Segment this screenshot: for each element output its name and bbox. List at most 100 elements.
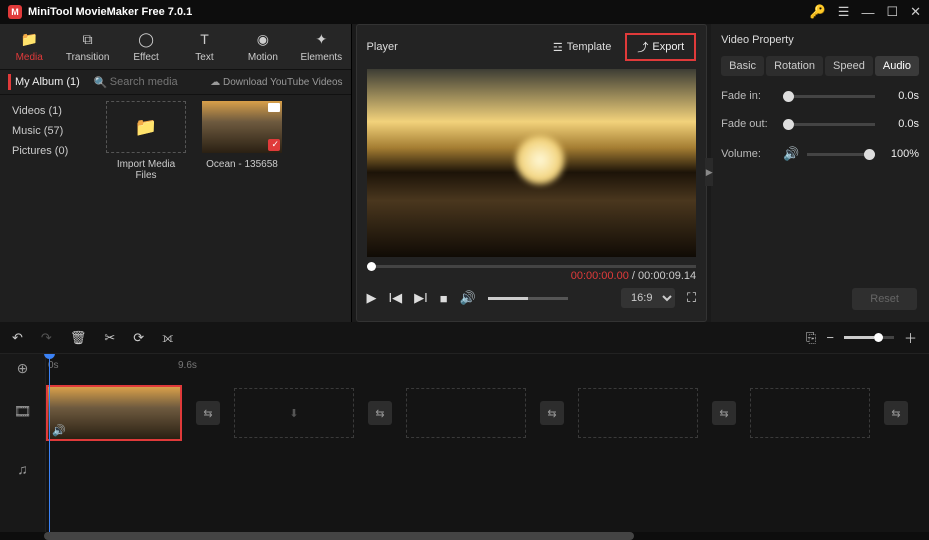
transition-slot[interactable]: ⇆: [712, 401, 736, 425]
minimize-button[interactable]: —: [861, 5, 874, 20]
album-tab[interactable]: My Album (1): [8, 74, 84, 90]
import-media-button[interactable]: 📁 Import Media Files: [106, 101, 186, 181]
search-input[interactable]: [92, 74, 202, 90]
category-music[interactable]: Music (57): [6, 121, 94, 141]
video-track-icon: 🎞: [0, 382, 45, 440]
category-pictures[interactable]: Pictures (0): [6, 141, 94, 161]
track-headers: ⊕ 🎞 ♫: [0, 354, 46, 532]
tab-elements[interactable]: ✦ Elements: [292, 24, 350, 69]
audio-track-icon: ♫: [0, 440, 45, 498]
player-title: Player: [367, 41, 547, 53]
close-button[interactable]: ✕: [910, 4, 921, 20]
play-button[interactable]: ▶: [367, 290, 377, 306]
transition-icon: ⧉: [83, 30, 93, 48]
category-videos[interactable]: Videos (1): [6, 101, 94, 121]
stop-button[interactable]: ■: [440, 291, 448, 306]
volume-value: 100%: [883, 148, 919, 160]
transition-slot[interactable]: ⇆: [540, 401, 564, 425]
transition-slot[interactable]: ⇆: [884, 401, 908, 425]
menu-icon[interactable]: ☰: [838, 4, 850, 20]
volume-label: Volume:: [721, 148, 775, 160]
audio-track[interactable]: [46, 444, 929, 506]
template-button[interactable]: ☲ Template: [547, 38, 618, 57]
clip-audio-icon: 🔊: [52, 424, 66, 437]
check-icon: ✓: [271, 139, 279, 150]
video-icon: [268, 103, 280, 112]
fade-in-label: Fade in:: [721, 90, 775, 102]
app-title: MiniTool MovieMaker Free 7.0.1: [28, 6, 810, 18]
fade-in-slider[interactable]: [783, 95, 875, 98]
redo-button[interactable]: ↷: [41, 330, 52, 346]
empty-clip-slot[interactable]: [578, 388, 698, 438]
elements-icon: ✦: [315, 30, 327, 48]
timeline-scrollbar[interactable]: [0, 532, 929, 540]
transition-slot[interactable]: ⇆: [196, 401, 220, 425]
prev-frame-button[interactable]: I◀: [389, 290, 403, 306]
fade-out-label: Fade out:: [721, 118, 775, 130]
prop-tab-audio[interactable]: Audio: [875, 56, 919, 76]
media-panel: 📁 Media ⧉ Transition ◯ Effect T Text ◉ M…: [0, 24, 352, 322]
prop-tab-basic[interactable]: Basic: [721, 56, 764, 76]
export-button[interactable]: ⤴ Export: [625, 33, 696, 61]
tab-media[interactable]: 📁 Media: [0, 24, 58, 69]
download-youtube-link[interactable]: ☁ Download YouTube Videos: [210, 77, 342, 88]
volume-icon[interactable]: 🔊: [783, 146, 799, 162]
empty-clip-slot[interactable]: ⬇: [234, 388, 354, 438]
split-button[interactable]: ✂: [104, 330, 115, 346]
reset-button[interactable]: Reset: [852, 288, 917, 310]
zoom-in-button[interactable]: ＋: [904, 328, 917, 347]
undo-button[interactable]: ↶: [12, 330, 23, 346]
effect-icon: ◯: [138, 30, 154, 48]
volume-slider[interactable]: [807, 153, 875, 156]
playhead[interactable]: [49, 354, 50, 532]
folder-icon: 📁: [135, 117, 157, 138]
next-frame-button[interactable]: ▶I: [414, 290, 428, 306]
player-volume-slider[interactable]: [488, 297, 568, 300]
app-logo: M: [8, 5, 22, 19]
fade-out-slider[interactable]: [783, 123, 875, 126]
collapse-properties-button[interactable]: ▶: [705, 158, 713, 186]
upgrade-icon[interactable]: 🔑: [810, 4, 826, 20]
add-track-button[interactable]: ⊕: [0, 354, 45, 382]
cloud-download-icon: ☁: [210, 77, 220, 88]
fade-in-value: 0.0s: [883, 90, 919, 102]
prop-tab-speed[interactable]: Speed: [825, 56, 873, 76]
time-ruler[interactable]: 0s 9.6s: [46, 354, 929, 382]
tab-text[interactable]: T Text: [175, 24, 233, 69]
zoom-slider[interactable]: [844, 336, 894, 339]
fit-button[interactable]: ⎘: [806, 330, 816, 346]
scrub-bar[interactable]: [367, 265, 697, 268]
tab-motion[interactable]: ◉ Motion: [234, 24, 292, 69]
timeline-clip-ocean[interactable]: 🔊: [46, 385, 182, 441]
crop-button[interactable]: ⟗: [162, 330, 173, 346]
zoom-out-button[interactable]: −: [826, 330, 834, 345]
property-panel: ▶ Video Property Basic Rotation Speed Au…: [711, 24, 929, 322]
search-icon: 🔍: [94, 76, 108, 89]
fullscreen-button[interactable]: ⛶: [687, 290, 696, 306]
volume-icon[interactable]: 🔊: [460, 290, 476, 306]
media-library: 📁 Import Media Files ✓ Ocean - 135658: [100, 95, 351, 322]
template-icon: ☲: [553, 41, 563, 54]
motion-icon: ◉: [257, 30, 269, 48]
aspect-ratio-select[interactable]: 16:9: [621, 288, 675, 308]
titlebar: M MiniTool MovieMaker Free 7.0.1 🔑 ☰ — ☐…: [0, 0, 929, 24]
media-categories: Videos (1) Music (57) Pictures (0): [0, 95, 100, 322]
tab-effect[interactable]: ◯ Effect: [117, 24, 175, 69]
speed-button[interactable]: ⟳: [133, 330, 144, 346]
video-track[interactable]: 🔊 ⇆ ⬇ ⇆ ⇆ ⇆ ⇆: [46, 382, 929, 444]
delete-button[interactable]: 🗑: [70, 330, 87, 346]
folder-icon: 📁: [20, 30, 37, 48]
tab-transition[interactable]: ⧉ Transition: [58, 24, 116, 69]
video-preview[interactable]: [367, 69, 697, 257]
search-box[interactable]: 🔍: [92, 74, 202, 90]
prop-tab-rotation[interactable]: Rotation: [766, 56, 823, 76]
export-icon: ⤴: [637, 39, 648, 55]
transition-slot[interactable]: ⇆: [368, 401, 392, 425]
media-clip-ocean[interactable]: ✓ Ocean - 135658: [202, 101, 282, 170]
maximize-button[interactable]: ☐: [886, 4, 898, 20]
empty-clip-slot[interactable]: [750, 388, 870, 438]
timeline-tracks[interactable]: 0s 9.6s 🔊 ⇆ ⬇ ⇆ ⇆ ⇆ ⇆: [46, 354, 929, 532]
time-display: 00:00:00.00 / 00:00:09.14: [357, 270, 707, 282]
empty-clip-slot[interactable]: [406, 388, 526, 438]
timeline-toolbar: ↶ ↷ 🗑 ✂ ⟳ ⟗ ⎘ − ＋: [0, 322, 929, 354]
